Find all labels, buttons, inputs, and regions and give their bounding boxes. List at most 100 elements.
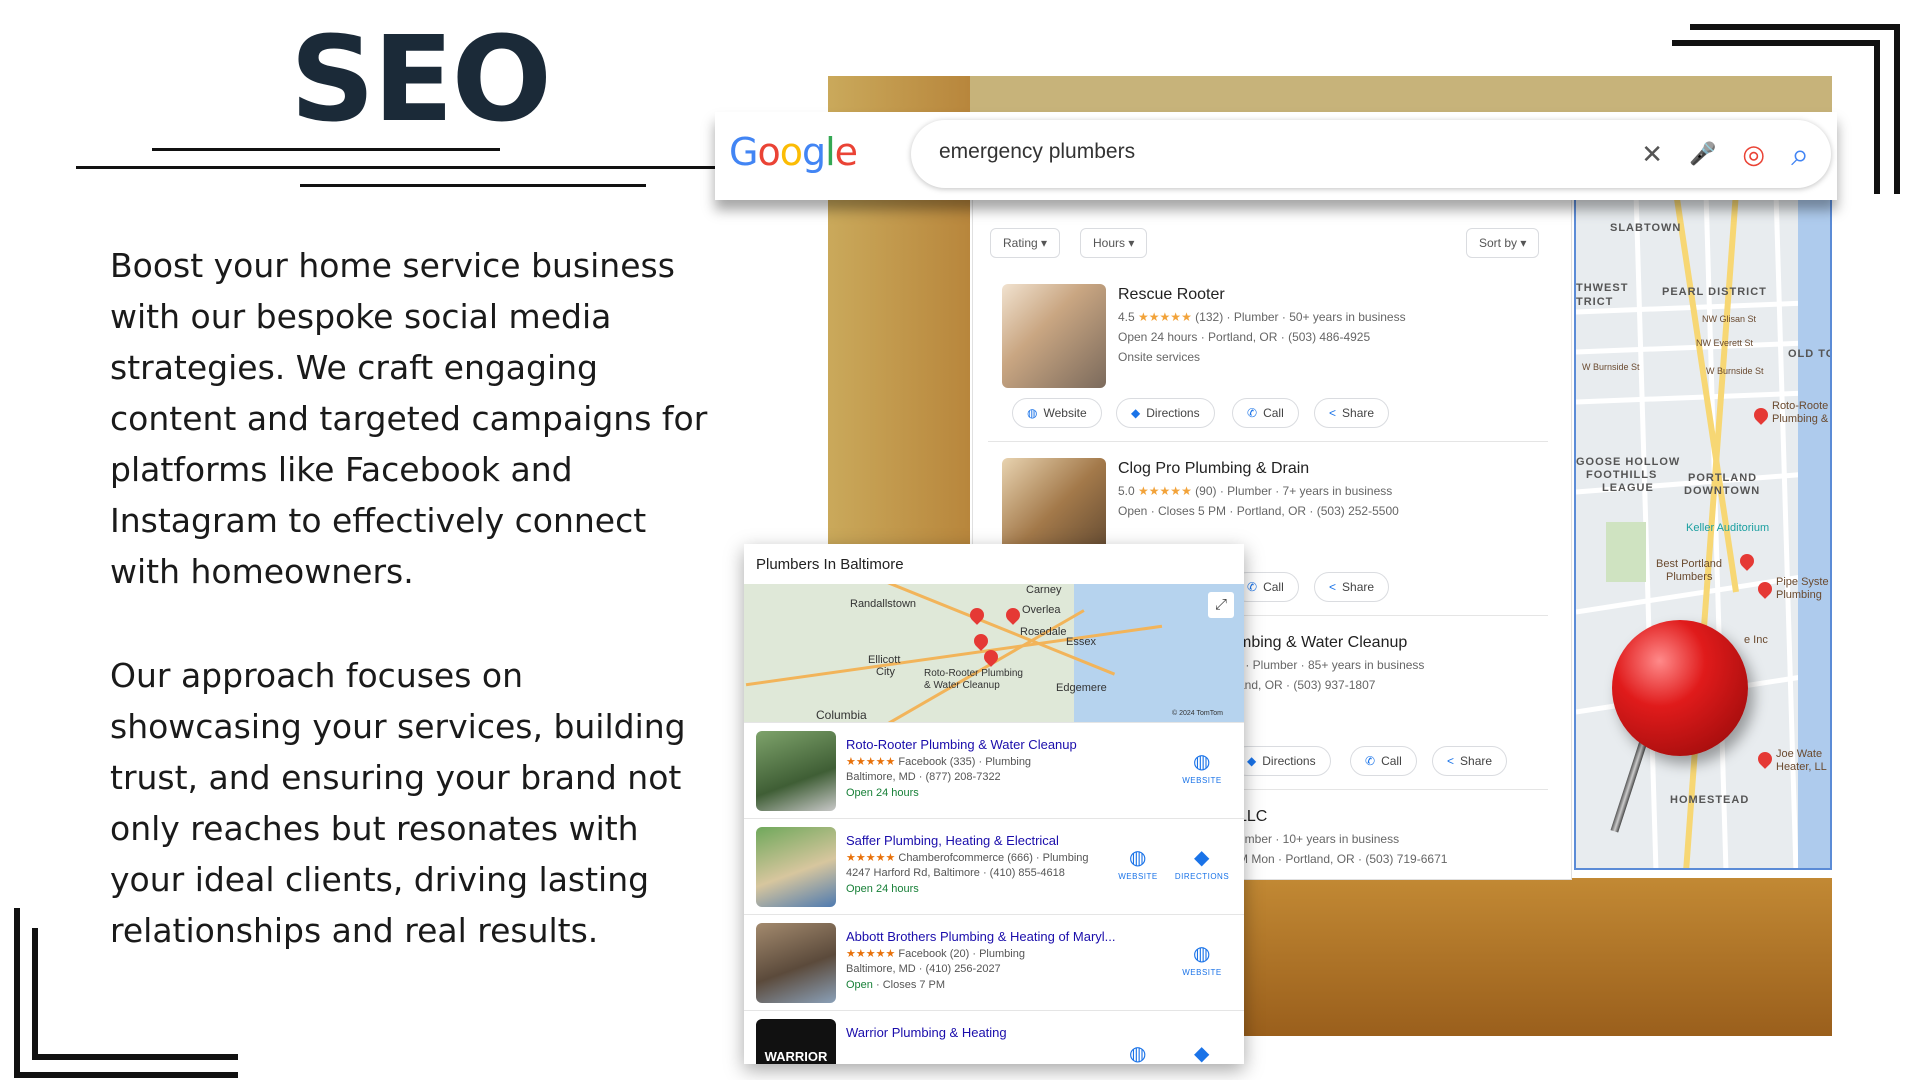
business-address: Baltimore, MD · (877) 208-7322 [846, 771, 1001, 783]
listing-name[interactable]: mbing & Water Cleanup [1238, 634, 1407, 652]
approach-paragraph: Our approach focuses on showcasing your … [110, 656, 686, 950]
map-label-homestead: HOMESTEAD [1670, 794, 1750, 806]
share-icon: < [1447, 754, 1455, 768]
business-address: Baltimore, MD · (410) 256-2027 [846, 963, 1001, 975]
listing-name[interactable]: Clog Pro Plumbing & Drain [1118, 460, 1309, 478]
clear-icon[interactable]: ✕ [1641, 134, 1663, 174]
listing-rating-line: 5.0 ★★★★★ (90) · Plumber · 7+ years in b… [1118, 484, 1392, 498]
corner-bracket-left-outer-h [14, 1072, 238, 1078]
pack-item-abbott[interactable]: Abbott Brothers Plumbing & Heating of Ma… [744, 914, 1244, 1010]
map-label-portland: PORTLAND [1688, 472, 1758, 484]
share-button[interactable]: < Share [1314, 398, 1390, 428]
push-pin-icon [1612, 620, 1748, 756]
website-action[interactable]: ◍ [1108, 1041, 1168, 1064]
directions-action[interactable]: ◆ DIRECTIONS [1172, 845, 1232, 881]
map-attribution: © 2024 TomTom [1172, 710, 1223, 717]
place-pipe-systems: Pipe Syste [1776, 576, 1829, 588]
business-name[interactable]: Roto-Rooter Plumbing & Water Cleanup [846, 737, 1077, 752]
search-actions: ✕ 🎤 ◎ ⌕ [1641, 134, 1809, 174]
filter-rating[interactable]: Rating ▾ [990, 228, 1061, 258]
mic-icon[interactable]: 🎤 [1689, 134, 1716, 174]
website-action[interactable]: ◍ WEBSITE [1108, 845, 1168, 881]
listing-rescue-rooter[interactable]: Rescue Rooter 4.5 ★★★★★ (132) · Plumber … [988, 272, 1548, 442]
business-address: 4247 Harford Rd, Baltimore · (410) 855-4… [846, 867, 1065, 879]
share-icon: < [1329, 406, 1337, 420]
place-best-portland: Best Portland [1656, 558, 1723, 570]
phone-icon: ✆ [1247, 580, 1258, 594]
website-button[interactable]: ◍ Website [1012, 398, 1102, 428]
lens-icon[interactable]: ◎ [1742, 134, 1765, 174]
google-logo: Google [729, 130, 858, 174]
baltimore-map[interactable]: Randallstown Carney Overlea Rosedale Ess… [744, 584, 1244, 722]
corner-bracket-right-inner-v [1874, 40, 1880, 194]
slide-title: SEO [290, 10, 552, 148]
globe-icon: ◍ [1027, 406, 1038, 420]
map-city-roto-rooter: Roto-Rooter Plumbing [924, 668, 1023, 679]
directions-button[interactable]: ◆ Directions [1232, 746, 1331, 776]
place-best-portland-2: Plumbers [1666, 571, 1713, 583]
google-search-header: Google emergency plumbers ✕ 🎤 ◎ ⌕ [715, 112, 1837, 200]
corner-bracket-left-inner-h [32, 1054, 238, 1060]
listing-rating: 4.5 [1118, 310, 1135, 324]
business-hours: Open 24 hours [846, 787, 919, 799]
street-glisan: NW Glisan St [1702, 314, 1757, 324]
place-roto-rooter-2: Plumbing & [1772, 413, 1829, 425]
map-label-pearl: PEARL DISTRICT [1662, 286, 1767, 298]
title-underline-top [152, 148, 500, 151]
share-button[interactable]: < Share [1432, 746, 1508, 776]
business-photo [756, 731, 836, 811]
share-button[interactable]: < Share [1314, 572, 1390, 602]
corner-bracket-left-outer-v [14, 908, 20, 1078]
map-city-carney: Carney [1026, 584, 1062, 596]
map-label-foothills: FOOTHILLS [1586, 469, 1658, 481]
website-action[interactable]: ◍ WEBSITE [1172, 749, 1232, 785]
directions-icon: ◆ [1247, 754, 1257, 768]
share-icon: < [1329, 580, 1337, 594]
map-pin[interactable] [971, 631, 991, 651]
search-box[interactable]: emergency plumbers ✕ 🎤 ◎ ⌕ [911, 120, 1831, 188]
search-icon[interactable]: ⌕ [1791, 134, 1809, 174]
pack-item-roto-rooter[interactable]: Roto-Rooter Plumbing & Water Cleanup ★★★… [744, 722, 1244, 818]
map-label-goose-hollow: GOOSE HOLLOW [1576, 456, 1681, 468]
map-label-slabtown: SLABTOWN [1610, 222, 1682, 234]
listing-name[interactable]: Rescue Rooter [1118, 286, 1225, 304]
star-icon: ★★★★★ [1138, 310, 1192, 324]
call-button[interactable]: ✆ Call [1232, 398, 1299, 428]
listing-hours-line: M Mon · Portland, OR · (503) 719-6671 [1238, 852, 1448, 866]
globe-icon: ◍ [1129, 847, 1147, 869]
filter-hours[interactable]: Hours ▾ [1080, 228, 1148, 258]
business-name[interactable]: Saffer Plumbing, Heating & Electrical [846, 833, 1059, 848]
listing-service-line: Onsite services [1118, 350, 1201, 364]
expand-map-icon[interactable]: ⤢ [1208, 592, 1234, 618]
corner-bracket-left-inner-v [32, 928, 38, 1060]
directions-button[interactable]: ◆ Directions [1116, 398, 1215, 428]
pack-item-warrior[interactable]: WARRIOR Warrior Plumbing & Heating ◍ ◆ [744, 1010, 1244, 1064]
map-label-league: LEAGUE [1602, 482, 1654, 494]
directions-icon: ◆ [1131, 406, 1141, 420]
place-keller: Keller Auditorium [1686, 522, 1770, 534]
star-icon: ★★★★★ [846, 852, 896, 864]
pack-item-saffer[interactable]: Saffer Plumbing, Heating & Electrical ★★… [744, 818, 1244, 914]
corner-bracket-right-inner-h [1672, 40, 1880, 46]
business-name[interactable]: Warrior Plumbing & Heating [846, 1025, 1007, 1040]
website-action[interactable]: ◍ WEBSITE [1172, 941, 1232, 977]
place-roto-rooter: Roto-Roote [1772, 400, 1829, 412]
portland-map[interactable]: SLABTOWN PEARL DISTRICT THWEST TRICT OLD… [1574, 190, 1832, 870]
title-underline-bottom [300, 184, 646, 187]
listing-details: (132) · Plumber · 50+ years in business [1195, 310, 1406, 324]
listing-rating-line: 4.5 ★★★★★ (132) · Plumber · 50+ years in… [1118, 310, 1406, 324]
local-pack-card: Plumbers In Baltimore Randallstown Carne… [744, 544, 1244, 1064]
directions-action[interactable]: ◆ [1172, 1041, 1232, 1064]
call-button[interactable]: ✆ Call [1350, 746, 1417, 776]
street-everett: NW Everett St [1696, 338, 1754, 348]
sort-by-button[interactable]: Sort by ▾ [1466, 228, 1540, 258]
map-city-rosedale: Rosedale [1020, 626, 1067, 638]
listing-photo [1002, 284, 1106, 388]
search-input[interactable]: emergency plumbers [939, 140, 1135, 164]
business-rating: ★★★★★ Facebook (20) · Plumbing [846, 948, 1025, 960]
business-photo [756, 827, 836, 907]
business-name[interactable]: Abbott Brothers Plumbing & Heating of Ma… [846, 929, 1116, 944]
globe-icon: ◍ [1193, 943, 1211, 965]
street-burnside-1: W Burnside St [1582, 362, 1640, 372]
map-pin[interactable] [1003, 605, 1023, 625]
